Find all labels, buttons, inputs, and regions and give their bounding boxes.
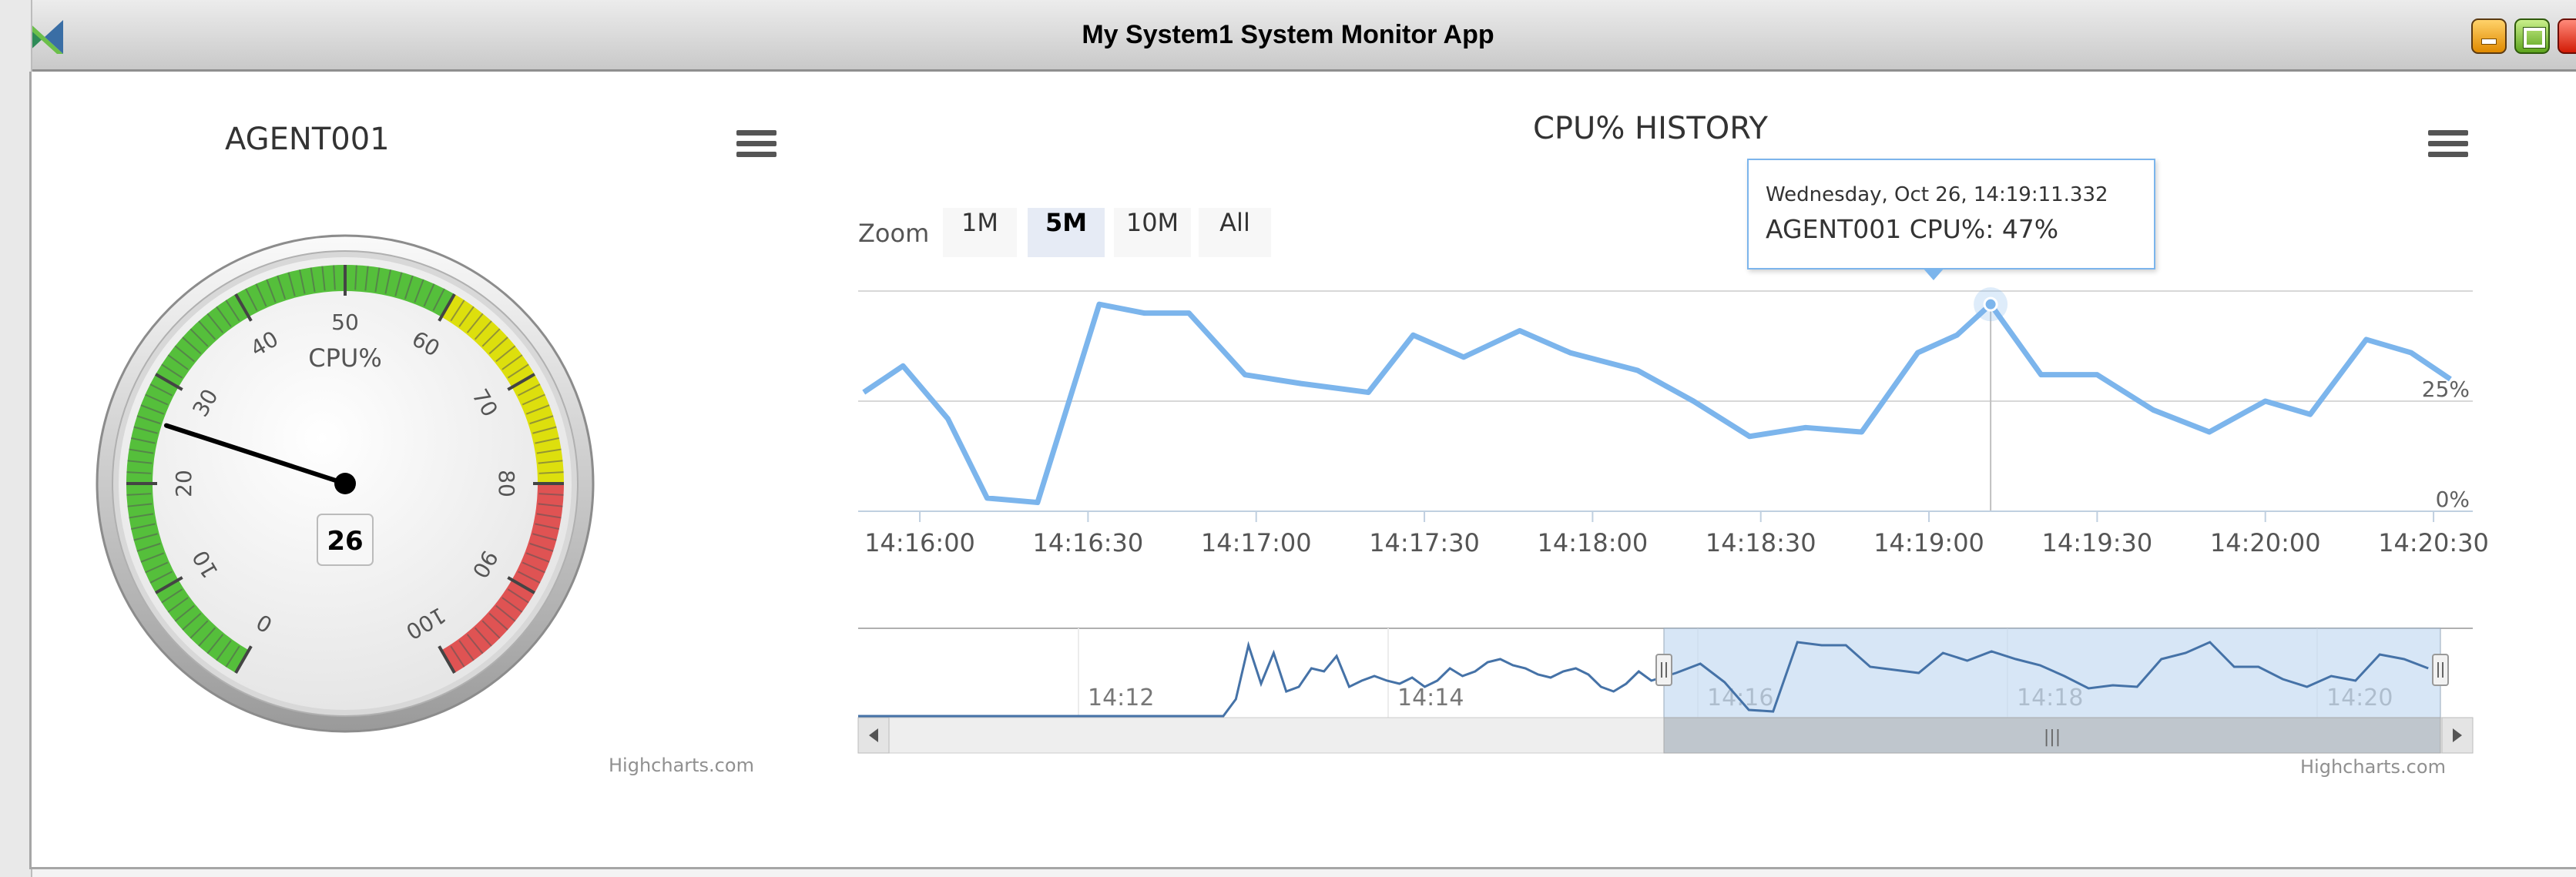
data-point[interactable]: [1186, 311, 1191, 316]
menu-bar: [736, 141, 776, 146]
x-tick-label: 14:19:00: [1873, 528, 1984, 557]
data-point[interactable]: [984, 496, 989, 500]
menu-bar: [2428, 152, 2468, 157]
data-tooltip: Wednesday, Oct 26, 14:19:11.332 AGENT001…: [1747, 159, 2155, 280]
data-point[interactable]: [1568, 350, 1572, 355]
data-point[interactable]: [945, 417, 950, 421]
x-tick-label: 14:16:00: [864, 528, 975, 557]
zoom-10m-button[interactable]: 10M: [1114, 208, 1191, 257]
data-point[interactable]: [1411, 333, 1416, 337]
data-point[interactable]: [1243, 373, 1247, 377]
data-point[interactable]: [2151, 407, 2155, 412]
data-point[interactable]: [1366, 390, 1370, 395]
y-tick-label: 0%: [2436, 487, 2470, 512]
x-tick-label: 14:19:30: [2042, 528, 2153, 557]
navigator-label: 14:14: [1397, 685, 1464, 711]
gauge-value-label: 26: [327, 526, 363, 557]
data-point[interactable]: [1635, 368, 1640, 373]
gauge-tick-label: 20: [171, 470, 196, 497]
cpu-series-line[interactable]: [862, 301, 2452, 506]
data-point[interactable]: [1860, 430, 1864, 434]
menu-bar: [736, 152, 776, 157]
data-point[interactable]: [1518, 328, 1522, 333]
history-menu-button[interactable]: [2428, 129, 2470, 159]
cpu-history-chart: 14:16:00 14:16:30 14:17:00 14:17:30 14:18:00…: [857, 287, 2489, 754]
window-left-frame: [0, 0, 32, 877]
x-tick-label: 14:18:30: [1706, 528, 1816, 557]
navigator-label: 14:12: [1088, 685, 1154, 711]
tooltip-series-name: AGENT001 CPU%:: [1766, 214, 1994, 244]
x-tick-label: 14:17:00: [1201, 528, 1312, 557]
menu-bar: [2428, 130, 2468, 136]
data-point[interactable]: [1461, 355, 1466, 360]
navigator-selection[interactable]: [1663, 628, 2441, 718]
gauge-tick-label: 50: [331, 310, 359, 335]
zoom-1m-button[interactable]: 1M: [943, 208, 1017, 257]
window-title: My System1 System Monitor App: [1082, 20, 1494, 49]
close-button[interactable]: [2558, 18, 2576, 54]
cpu-gauge: 0102030405060708090100 CPU% 26: [96, 234, 595, 733]
data-point[interactable]: [1035, 500, 1040, 505]
x-tick-label: 14:16:30: [1033, 528, 1144, 557]
data-point[interactable]: [901, 363, 905, 368]
zoom-label: Zoom: [858, 219, 930, 248]
data-point[interactable]: [2263, 399, 2268, 403]
x-tick-label: 14:17:30: [1369, 528, 1480, 557]
data-point[interactable]: [1803, 425, 1808, 430]
app-window: My System1 System Monitor App AGENT001 0…: [0, 0, 2576, 877]
hover-marker: [1983, 296, 1998, 312]
menu-bar: [736, 130, 776, 136]
gauge-credit-link[interactable]: Highcharts.com: [609, 755, 754, 776]
tooltip-date: Wednesday, Oct 26, 14:19:11.332: [1766, 183, 2108, 206]
history-chart-title: CPU% HISTORY: [1533, 111, 1768, 146]
data-point[interactable]: [1954, 333, 1959, 337]
history-credit-link[interactable]: Highcharts.com: [2300, 756, 2446, 778]
data-point[interactable]: [1747, 434, 1752, 439]
x-tick-label: 14:20:30: [2378, 528, 2489, 557]
minimize-button[interactable]: [2471, 18, 2507, 54]
tooltip-series-value: 47%: [2001, 214, 2059, 244]
gauge-title: AGENT001: [225, 122, 390, 157]
scrollbar-grip: |||: [2044, 728, 2061, 747]
data-point[interactable]: [1691, 399, 1696, 403]
data-point[interactable]: [861, 390, 866, 395]
data-point[interactable]: [2364, 337, 2369, 342]
data-point[interactable]: [2039, 373, 2044, 377]
y-tick-label: 25%: [2422, 377, 2470, 402]
title-bar[interactable]: My System1 System Monitor App: [0, 0, 2576, 72]
data-point[interactable]: [2095, 373, 2099, 377]
maximize-button[interactable]: [2514, 18, 2550, 54]
data-point[interactable]: [1299, 381, 1303, 386]
gauge-pivot: [334, 473, 356, 494]
data-point[interactable]: [1097, 302, 1102, 306]
zoom-5m-button[interactable]: 5M: [1028, 208, 1105, 257]
data-point[interactable]: [1916, 350, 1920, 355]
data-point[interactable]: [1142, 311, 1146, 316]
menu-bar: [2428, 141, 2468, 146]
gauge-tick-label: 80: [494, 470, 519, 497]
gauge-menu-button[interactable]: [736, 129, 778, 159]
tooltip-value: AGENT001 CPU%: 47%: [1766, 214, 2058, 244]
data-point[interactable]: [2207, 430, 2212, 434]
data-point[interactable]: [2409, 350, 2413, 355]
navigator-handle[interactable]: [2432, 654, 2449, 686]
navigator-handle[interactable]: [1655, 654, 1672, 686]
x-tick-label: 14:20:00: [2210, 528, 2321, 557]
x-tick-label: 14:18:00: [1538, 528, 1649, 557]
zoom-all-button[interactable]: All: [1199, 208, 1271, 257]
gauge-unit-label: CPU%: [308, 343, 381, 373]
data-point[interactable]: [2308, 412, 2313, 417]
